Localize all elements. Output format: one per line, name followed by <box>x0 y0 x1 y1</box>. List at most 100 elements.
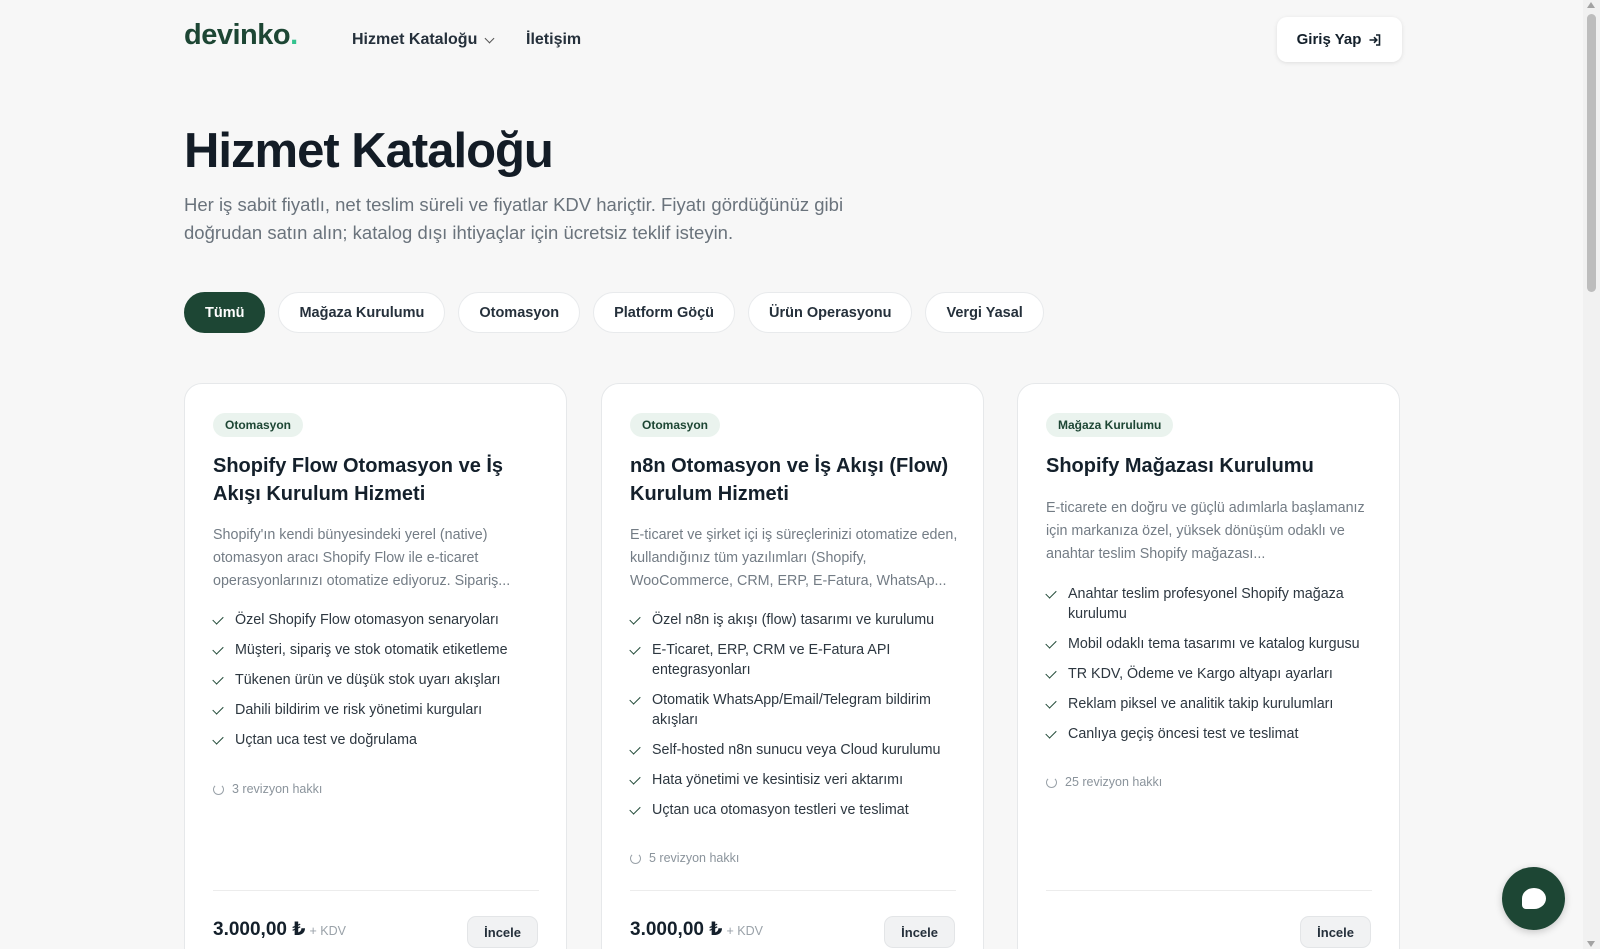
check-icon <box>629 613 641 625</box>
filter-platform-migration[interactable]: Platform Göçü <box>593 292 736 333</box>
revision-info: 5 revizyon hakkı <box>630 851 739 865</box>
check-icon <box>629 773 641 785</box>
refresh-icon <box>630 852 641 864</box>
card-title: n8n Otomasyon ve İş Akışı (Flow) Kurulum… <box>630 455 949 505</box>
nav-service-catalog[interactable]: Hizmet Kataloğu <box>352 31 495 49</box>
feature-item: Tükenen ürün ve düşük stok uyarı akışlar… <box>212 670 543 690</box>
feature-item: Uçtan uca test ve doğrulama <box>212 730 543 750</box>
divider <box>1046 890 1372 891</box>
feature-item: Özel Shopify Flow otomasyon senaryoları <box>212 610 543 630</box>
check-icon <box>629 693 641 705</box>
feature-text: Dahili bildirim ve risk yönetimi kurgula… <box>235 702 483 718</box>
scrollbar-thumb[interactable] <box>1587 14 1596 292</box>
feature-list: Anahtar teslim profesyonel Shopify mağaz… <box>1045 584 1376 754</box>
service-card[interactable]: Otomasyon Shopify Flow Otomasyon ve İş A… <box>184 383 567 949</box>
revision-text: 5 revizyon hakkı <box>649 851 740 865</box>
check-icon <box>1045 727 1057 739</box>
filter-product-operations[interactable]: Ürün Operasyonu <box>748 292 913 333</box>
revision-info: 25 revizyon hakkı <box>1046 775 1162 789</box>
filter-store-setup[interactable]: Mağaza Kurulumu <box>278 292 446 333</box>
chat-bubble-icon <box>1521 888 1546 909</box>
page-subtitle: Her iş sabit fiyatlı, net teslim süreli … <box>184 194 844 243</box>
card-title: Shopify Flow Otomasyon ve İş Akışı Kurul… <box>213 455 504 505</box>
feature-text: Tükenen ürün ve düşük stok uyarı akışlar… <box>235 672 501 688</box>
revision-info: 3 revizyon hakkı <box>213 782 322 796</box>
check-icon <box>212 673 224 685</box>
feature-item: Uçtan uca otomasyon testleri ve teslimat <box>629 800 960 820</box>
view-button[interactable]: İncele <box>884 916 955 948</box>
page-scrollbar[interactable] <box>1583 0 1600 949</box>
check-icon <box>1045 667 1057 679</box>
category-tag: Otomasyon <box>630 413 721 437</box>
login-arrow-icon <box>1369 33 1381 46</box>
feature-item: Müşteri, sipariş ve stok otomatik etiket… <box>212 640 543 660</box>
feature-item: E-Ticaret, ERP, CRM ve E-Fatura API ente… <box>629 640 960 680</box>
nav-label: İletişim <box>526 31 582 48</box>
feature-text: Otomatik WhatsApp/Email/Telegram bildiri… <box>652 692 931 728</box>
check-icon <box>1045 637 1057 649</box>
service-card[interactable]: Otomasyon n8n Otomasyon ve İş Akışı (Flo… <box>601 383 984 949</box>
feature-text: E-Ticaret, ERP, CRM ve E-Fatura API ente… <box>652 642 891 678</box>
feature-text: Self-hosted n8n sunucu veya Cloud kurulu… <box>652 742 941 758</box>
view-button[interactable]: İncele <box>467 916 538 948</box>
price: 3.000,00 ₺ + KDV <box>213 918 346 941</box>
feature-item: Anahtar teslim profesyonel Shopify mağaz… <box>1045 584 1376 624</box>
refresh-icon <box>213 783 224 795</box>
check-icon <box>212 733 224 745</box>
scroll-up-icon[interactable] <box>1587 2 1595 8</box>
card-title: Shopify Mağazası Kurulumu <box>1046 455 1314 477</box>
service-card[interactable]: Mağaza Kurulumu Shopify Mağazası Kurulum… <box>1017 383 1400 949</box>
revision-text: 3 revizyon hakkı <box>232 782 323 796</box>
feature-item: Reklam piksel ve analitik takip kuruluml… <box>1045 694 1376 714</box>
nav-contact[interactable]: İletişim <box>526 31 581 49</box>
check-icon <box>629 743 641 755</box>
category-tag: Otomasyon <box>213 413 304 437</box>
card-description: Shopify'ın kendi bünyesindeki yerel (nat… <box>213 527 511 589</box>
chat-button[interactable] <box>1502 867 1565 930</box>
feature-list: Özel n8n iş akışı (flow) tasarımı ve kur… <box>629 610 960 830</box>
scroll-down-icon[interactable] <box>1587 941 1595 947</box>
feature-list: Özel Shopify Flow otomasyon senaryoları … <box>212 610 543 760</box>
filter-all[interactable]: Tümü <box>184 292 266 333</box>
feature-text: Anahtar teslim profesyonel Shopify mağaz… <box>1068 586 1344 622</box>
category-filters: Tümü Mağaza Kurulumu Otomasyon Platform … <box>184 292 1044 333</box>
logo-text: devinko <box>184 19 291 51</box>
feature-text: Müşteri, sipariş ve stok otomatik etiket… <box>235 642 508 658</box>
divider <box>213 890 539 891</box>
divider <box>630 890 956 891</box>
feature-text: Özel Shopify Flow otomasyon senaryoları <box>235 612 499 628</box>
refresh-icon <box>1046 776 1057 788</box>
revision-text: 25 revizyon hakkı <box>1065 775 1163 789</box>
feature-text: Uçtan uca test ve doğrulama <box>235 732 417 748</box>
filter-automation[interactable]: Otomasyon <box>458 292 581 333</box>
price: 3.000,00 ₺ + KDV <box>630 918 763 941</box>
feature-text: Mobil odaklı tema tasarımı ve katalog ku… <box>1068 636 1360 652</box>
card-description: E-ticarete en doğru ve güçlü adımlarla b… <box>1046 500 1365 562</box>
feature-text: TR KDV, Ödeme ve Kargo altyapı ayarları <box>1068 666 1333 682</box>
check-icon <box>212 613 224 625</box>
login-label: Giriş Yap <box>1296 31 1362 48</box>
feature-item: Otomatik WhatsApp/Email/Telegram bildiri… <box>629 690 960 730</box>
check-icon <box>629 643 641 655</box>
feature-item: Dahili bildirim ve risk yönetimi kurgula… <box>212 700 543 720</box>
feature-item: Mobil odaklı tema tasarımı ve katalog ku… <box>1045 634 1376 654</box>
check-icon <box>212 643 224 655</box>
feature-item: Özel n8n iş akışı (flow) tasarımı ve kur… <box>629 610 960 630</box>
view-button[interactable]: İncele <box>1300 916 1371 948</box>
feature-item: Self-hosted n8n sunucu veya Cloud kurulu… <box>629 740 960 760</box>
feature-text: Uçtan uca otomasyon testleri ve teslimat <box>652 802 909 818</box>
feature-item: Hata yönetimi ve kesintisiz veri aktarım… <box>629 770 960 790</box>
filter-tax-legal[interactable]: Vergi Yasal <box>925 292 1044 333</box>
price-suffix: + KDV <box>309 924 346 938</box>
category-tag: Mağaza Kurulumu <box>1046 413 1174 437</box>
logo[interactable]: devinko. <box>184 19 298 52</box>
feature-item: TR KDV, Ödeme ve Kargo altyapı ayarları <box>1045 664 1376 684</box>
site-header: devinko. Hizmet Kataloğu İletişim Giriş … <box>0 0 1583 80</box>
login-button[interactable]: Giriş Yap <box>1277 17 1402 62</box>
price-value: 3.000,00 ₺ <box>630 919 723 940</box>
check-icon <box>212 703 224 715</box>
feature-text: Hata yönetimi ve kesintisiz veri aktarım… <box>652 772 904 788</box>
page-title: Hizmet Kataloğu <box>184 124 554 178</box>
price-suffix: + KDV <box>726 924 763 938</box>
feature-text: Özel n8n iş akışı (flow) tasarımı ve kur… <box>652 612 935 628</box>
